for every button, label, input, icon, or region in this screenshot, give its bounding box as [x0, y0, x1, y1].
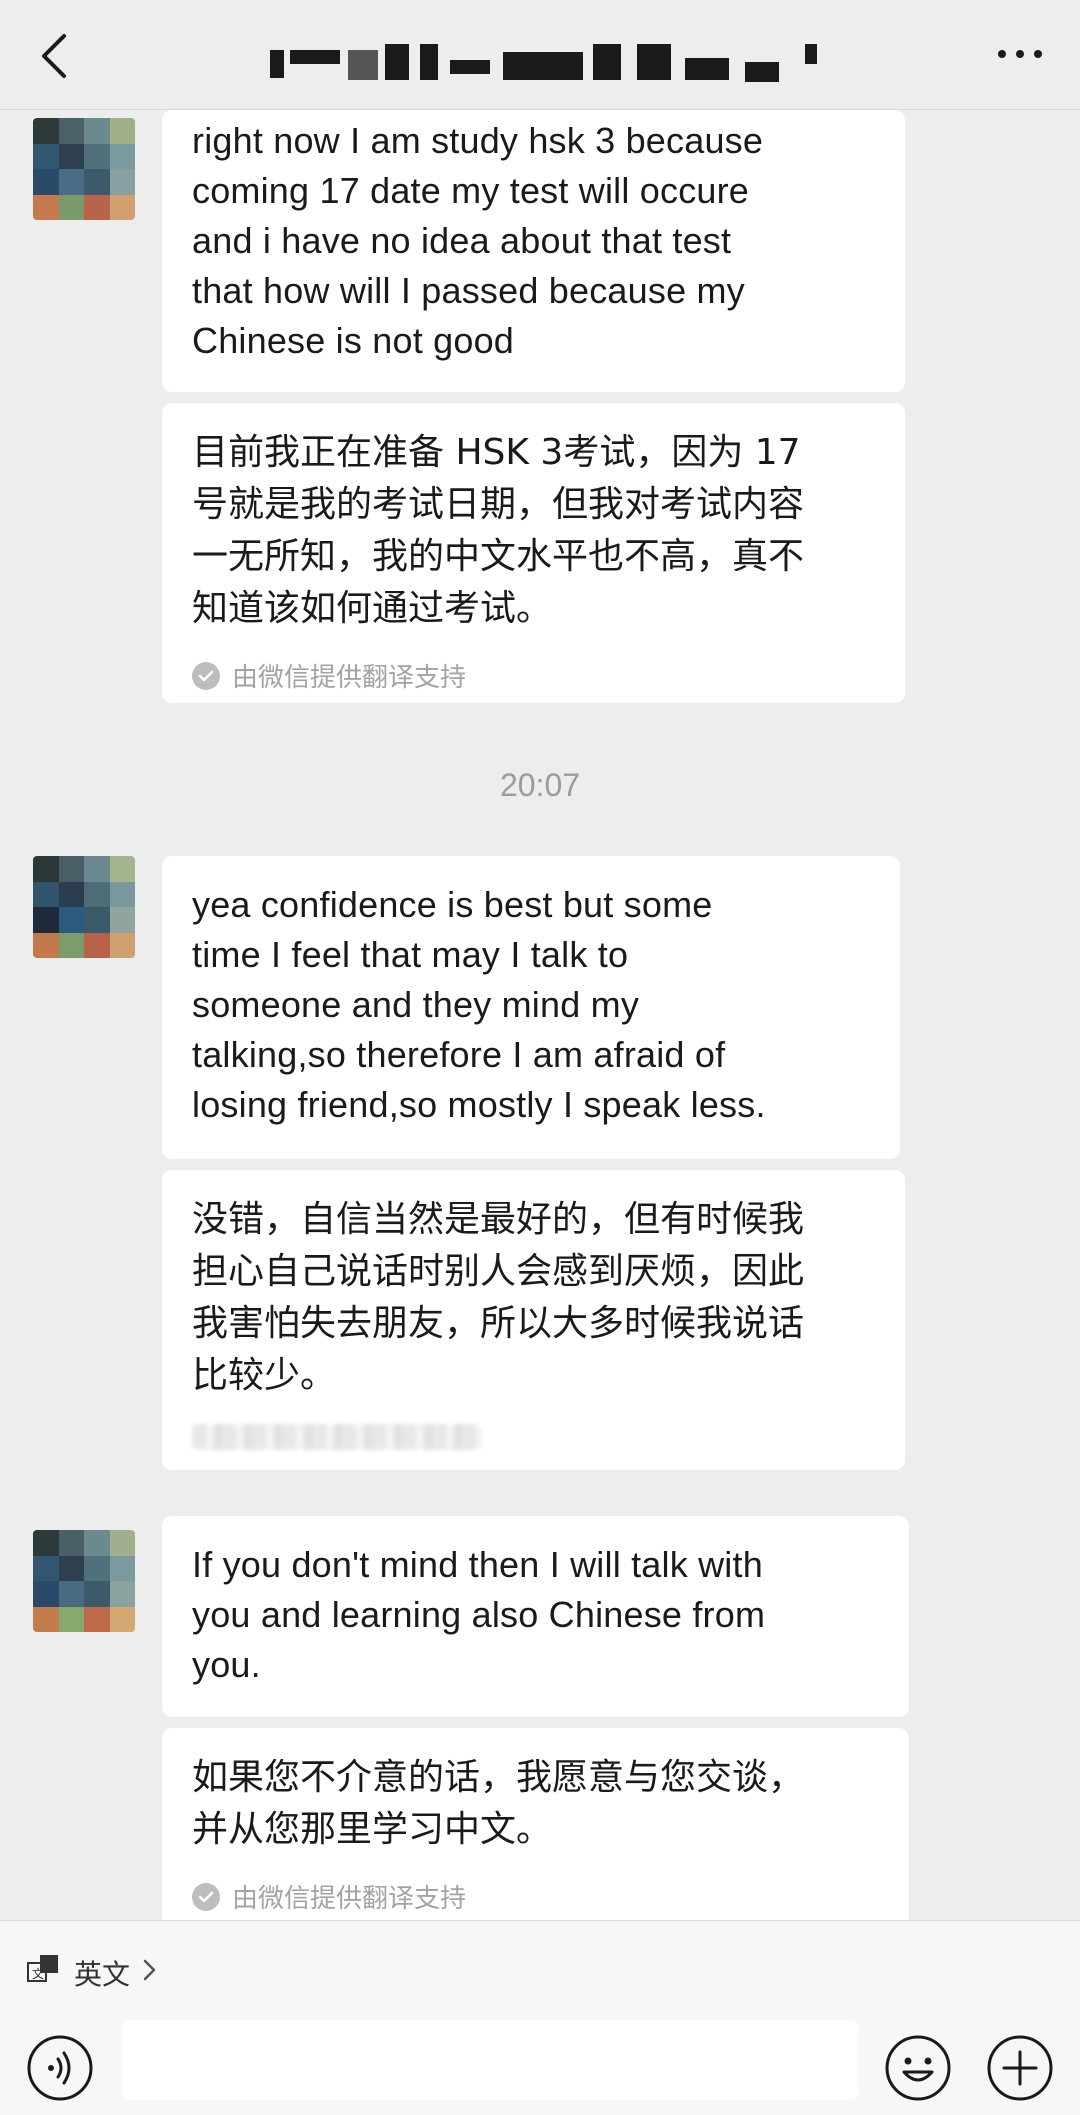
- message-text: If you don't mind then I will talk with …: [192, 1540, 879, 1690]
- check-circle-icon: [192, 1882, 220, 1911]
- message-line: you.: [192, 1644, 261, 1685]
- message-line: If you don't mind then I will talk with: [192, 1544, 763, 1585]
- translation-line: 担心自己说话时别人会感到厌烦，因此: [192, 1251, 805, 1292]
- translation-bubble[interactable]: 目前我正在准备 HSK 3考试，因为 17 号就是我的考试日期，但我对考试内容 …: [162, 403, 905, 703]
- translation-credit: 由微信提供翻译支持: [192, 657, 875, 694]
- chat-messages[interactable]: right now I am study hsk 3 because comin…: [0, 110, 1080, 1928]
- message-bubble[interactable]: yea confidence is best but some time I f…: [162, 856, 900, 1159]
- translation-line: 号就是我的考试日期，但我对考试内容: [192, 484, 805, 525]
- avatar[interactable]: [33, 856, 135, 958]
- translation-text: 目前我正在准备 HSK 3考试，因为 17 号就是我的考试日期，但我对考试内容 …: [192, 427, 875, 635]
- back-button[interactable]: [30, 26, 80, 86]
- target-language-label[interactable]: 英文: [74, 1953, 130, 1993]
- translation-line: 并从您那里学习中文。: [192, 1809, 553, 1850]
- translation-credit: 由微信提供翻译支持: [192, 1878, 879, 1915]
- voice-button[interactable]: [26, 2034, 94, 2102]
- check-circle-icon: [192, 661, 220, 690]
- voice-icon: [27, 2035, 93, 2101]
- translation-line: 目前我正在准备 HSK 3考试，因为 17: [192, 432, 801, 473]
- message-text: right now I am study hsk 3 because comin…: [192, 116, 875, 366]
- emoji-button[interactable]: [884, 2034, 952, 2102]
- translation-bubble[interactable]: 如果您不介意的话，我愿意与您交谈， 并从您那里学习中文。 由微信提供翻译支持: [162, 1728, 909, 1928]
- message-line: that how will I passed because my: [192, 270, 745, 311]
- message-line: coming 17 date my test will occure: [192, 170, 750, 211]
- translation-line: 我害怕失去朋友，所以大多时候我说话: [192, 1303, 805, 1344]
- message-bubble[interactable]: right now I am study hsk 3 because comin…: [162, 110, 905, 392]
- translate-icon: 文: [27, 1955, 58, 1982]
- translation-credit-label: 由微信提供翻译支持: [232, 1884, 467, 1914]
- translation-text: 没错，自信当然是最好的，但有时候我 担心自己说话时别人会感到厌烦，因此 我害怕失…: [192, 1194, 875, 1402]
- message-line: someone and they mind my: [192, 984, 640, 1025]
- translation-credit-label: 由微信提供翻译支持: [232, 663, 467, 693]
- translation-credit-blurred: [192, 1424, 482, 1450]
- message-line: Chinese is not good: [192, 320, 515, 361]
- plus-icon: [987, 2035, 1053, 2101]
- translation-line: 如果您不介意的话，我愿意与您交谈，: [192, 1757, 805, 1798]
- message-bubble[interactable]: If you don't mind then I will talk with …: [162, 1516, 909, 1717]
- message-line: time I feel that may I talk to: [192, 934, 629, 975]
- translation-bubble[interactable]: 没错，自信当然是最好的，但有时候我 担心自己说话时别人会感到厌烦，因此 我害怕失…: [162, 1170, 905, 1470]
- message-line: and i have no idea about that test: [192, 220, 732, 261]
- translate-language-bar[interactable]: 文 英文: [0, 1920, 1080, 2020]
- message-line: talking,so therefore I am afraid of: [192, 1034, 726, 1075]
- message-line: yea confidence is best but some: [192, 884, 713, 925]
- chat-header: [0, 0, 1080, 110]
- translation-line: 知道该如何通过考试。: [192, 588, 553, 629]
- more-dots-icon: [998, 50, 1042, 58]
- input-bar: [0, 2020, 1080, 2115]
- translation-text: 如果您不介意的话，我愿意与您交谈， 并从您那里学习中文。: [192, 1752, 879, 1856]
- translation-line: 比较少。: [192, 1355, 337, 1396]
- chevron-right-icon[interactable]: [140, 1955, 160, 1985]
- message-line: you and learning also Chinese from: [192, 1594, 766, 1635]
- message-text: yea confidence is best but some time I f…: [192, 880, 870, 1130]
- timestamp: 20:07: [499, 767, 581, 803]
- more-button[interactable]: [990, 34, 1050, 74]
- translation-line: 没错，自信当然是最好的，但有时候我: [192, 1199, 805, 1240]
- message-line: losing friend,so mostly I speak less.: [192, 1084, 766, 1125]
- translation-line: 一无所知，我的中文水平也不高，真不: [192, 536, 805, 577]
- plus-button[interactable]: [986, 2034, 1054, 2102]
- svg-text:文: 文: [32, 1966, 44, 1981]
- message-input[interactable]: [122, 2020, 858, 2100]
- message-line: right now I am study hsk 3 because: [192, 120, 764, 161]
- chevron-left-icon: [42, 34, 66, 78]
- emoji-icon: [885, 2035, 951, 2101]
- avatar[interactable]: [33, 118, 135, 220]
- avatar[interactable]: [33, 1530, 135, 1632]
